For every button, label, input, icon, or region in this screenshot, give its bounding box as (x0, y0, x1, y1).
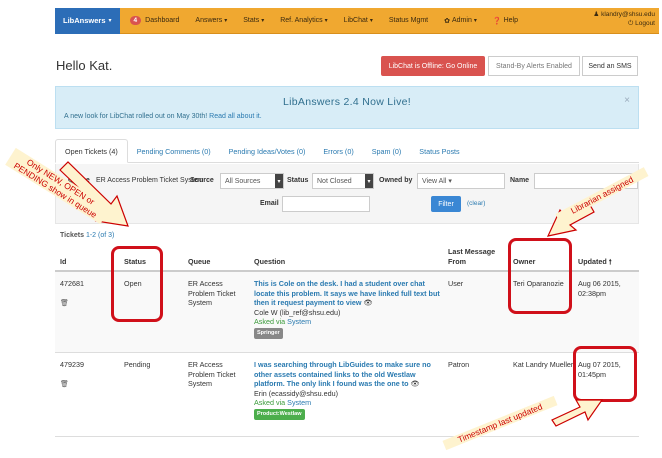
annotation-arrows (59, 161, 604, 427)
timestamp-note-arrow (551, 399, 604, 427)
